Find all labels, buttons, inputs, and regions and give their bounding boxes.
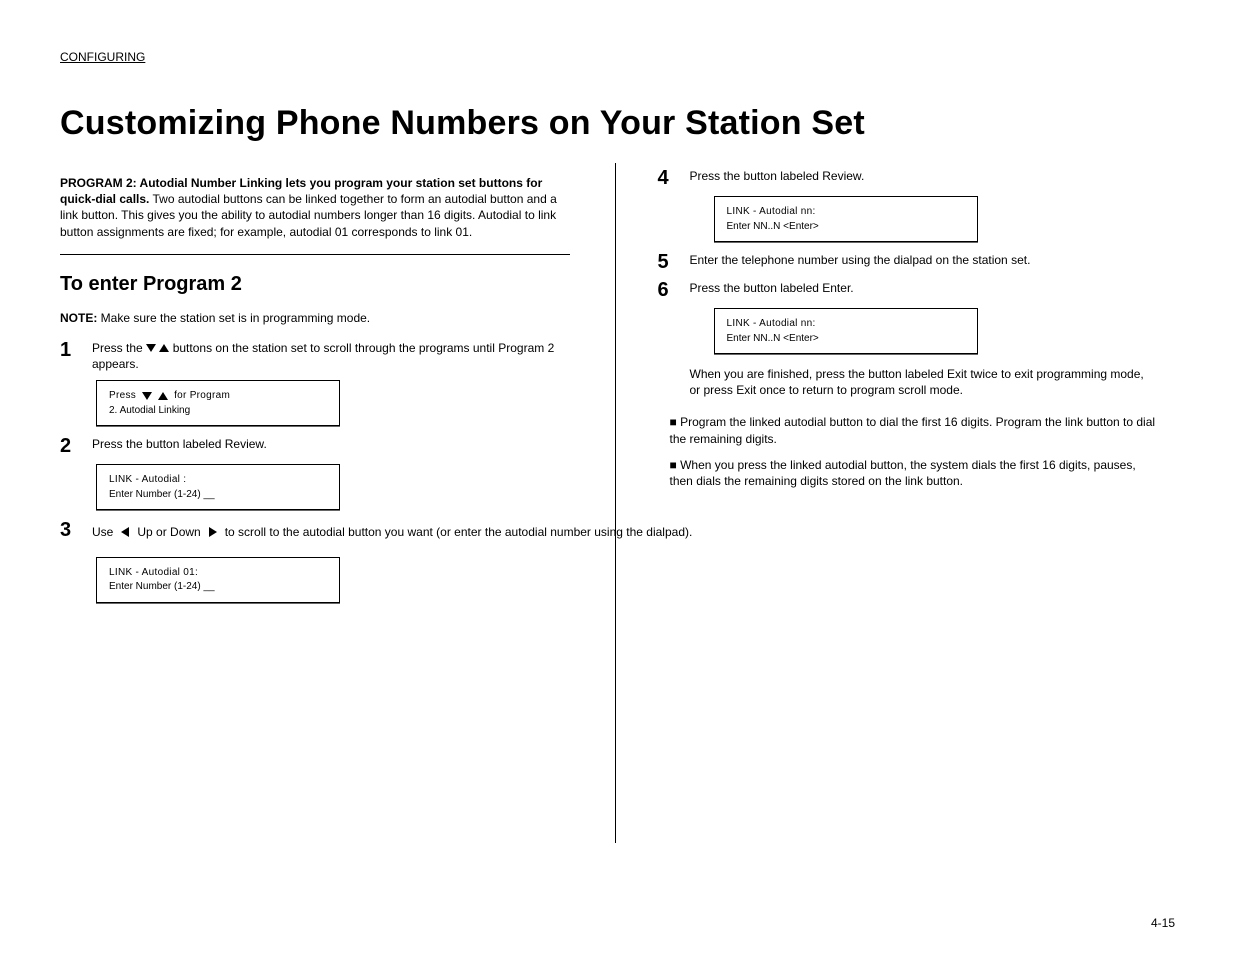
note-label: NOTE: [60,311,97,325]
display-box-enter-number: LINK - Autodial : Enter Number (1-24) __ [96,464,340,510]
display-box-autodial-nn-2: LINK - Autodial nn: Enter NN..N <Enter> [714,308,978,354]
display-line-1: Press for Program [109,389,329,403]
intro-paragraph: PROGRAM 2: Autodial Number Linking lets … [60,175,570,240]
display-line-2: 2. Autodial Linking [109,404,329,418]
step-2: 2 Press the button labeled Review. [60,436,570,456]
note: NOTE: Make sure the station set is in pr… [60,310,570,326]
up-arrow-icon [159,344,169,352]
right-column: 4 Press the button labeled Review. LINK … [643,163,1176,843]
up-arrow-icon [158,392,168,400]
section-label: CONFIGURING [60,50,1175,64]
step-6: 6 Press the button labeled Enter. [658,280,1176,300]
left-column: PROGRAM 2: Autodial Number Linking lets … [60,163,585,843]
display-line-1: LINK - Autodial nn: [727,317,967,331]
step-2-body: Press the button labeled Review. [92,436,570,456]
step-1-body: Press the buttons on the station set to … [92,340,570,372]
page-title: Customizing Phone Numbers on Your Statio… [60,104,1175,143]
step-1-number: 1 [60,340,84,372]
step-5-body: Enter the telephone number using the dia… [690,252,1176,272]
display-line-2: Enter NN..N <Enter> [727,220,967,234]
info-bullet-2: ■ When you press the linked autodial but… [670,457,1160,489]
step-6-body: Press the button labeled Enter. [690,280,1176,300]
step-3-body: Use Up or Down to scroll to the autodial… [92,520,692,548]
down-arrow-icon [146,344,156,352]
display-line-2: Enter Number (1-24) __ [109,580,329,594]
horizontal-rule [60,254,570,255]
step-2-number: 2 [60,436,84,456]
display-box-autodial-nn-1: LINK - Autodial nn: Enter NN..N <Enter> [714,196,978,242]
display-line-1: LINK - Autodial : [109,473,329,487]
right-arrow-icon [209,527,217,537]
step-4: 4 Press the button labeled Review. [658,168,1176,188]
step-4-number: 4 [658,168,682,188]
left-arrow-icon [121,527,129,537]
finish-paragraph: When you are finished, press the button … [690,366,1150,398]
display-line-1: LINK - Autodial 01: [109,566,329,580]
step-3: 3 Use Up or Down to scroll to the autodi… [60,520,570,548]
step-1: 1 Press the buttons on the station set t… [60,340,570,372]
display-line-2: Enter Number (1-24) __ [109,488,329,502]
column-divider [615,163,616,843]
step-5: 5 Enter the telephone number using the d… [658,252,1176,272]
info-bullet-1: ■ Program the linked autodial button to … [670,414,1160,446]
display-box-autodial-01: LINK - Autodial 01: Enter Number (1-24) … [96,557,340,603]
step-3-number: 3 [60,520,84,548]
display-line-1: LINK - Autodial nn: [727,205,967,219]
page-number: 4-15 [1151,916,1175,930]
display-line-2: Enter NN..N <Enter> [727,332,967,346]
step-5-number: 5 [658,252,682,272]
subheading-enter-program-2: To enter Program 2 [60,271,570,298]
down-arrow-icon [142,392,152,400]
step-6-number: 6 [658,280,682,300]
note-text: Make sure the station set is in programm… [97,311,370,325]
display-box-program-2: Press for Program 2. Autodial Linking [96,380,340,426]
step-4-body: Press the button labeled Review. [690,168,1176,188]
